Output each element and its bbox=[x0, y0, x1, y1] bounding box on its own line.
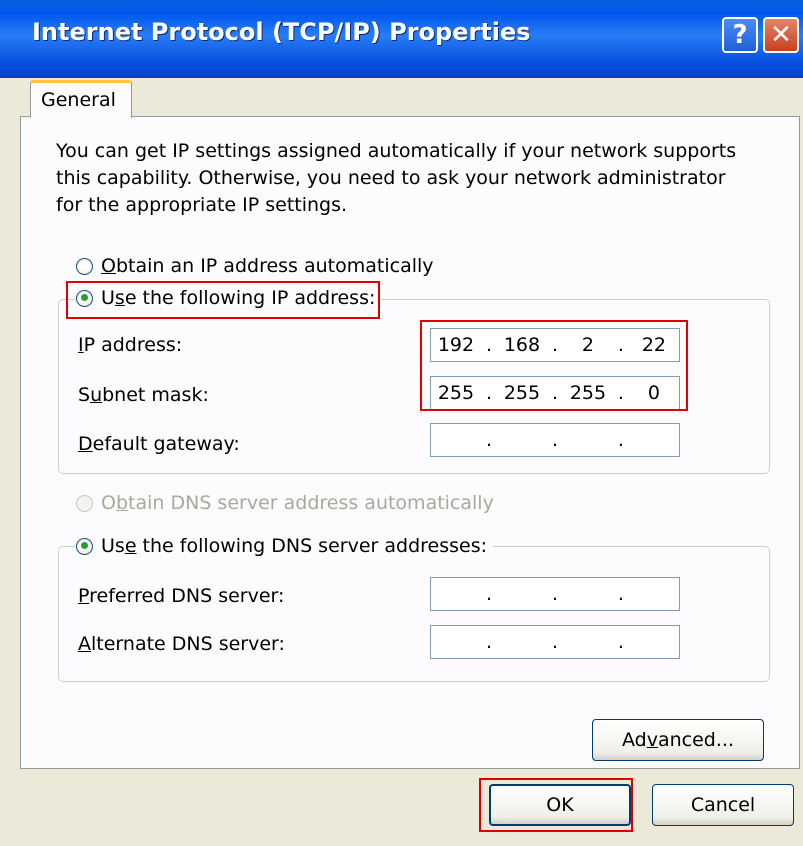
default-gateway-label: Default gateway: bbox=[78, 433, 240, 455]
use-following-dns-radio[interactable]: Use the following DNS server addresses: bbox=[76, 535, 493, 557]
subnet-mask-label: Subnet mask: bbox=[78, 384, 209, 406]
cancel-button[interactable]: Cancel bbox=[652, 784, 794, 826]
alternate-dns-label: Alternate DNS server: bbox=[78, 633, 285, 655]
highlight-use-following-ip bbox=[66, 281, 380, 319]
radio-checked-icon bbox=[76, 537, 93, 555]
alternate-dns-input[interactable]: . . . bbox=[430, 625, 680, 659]
default-gateway-input[interactable]: . . . bbox=[430, 423, 680, 457]
obtain-dns-auto-radio: Obtain DNS server address automatically bbox=[76, 492, 494, 514]
close-button[interactable]: ✕ bbox=[763, 17, 799, 53]
radio-unchecked-icon bbox=[76, 257, 93, 275]
use-following-dns-label: Use the following DNS server addresses: bbox=[101, 535, 487, 557]
preferred-dns-input[interactable]: . . . bbox=[430, 577, 680, 611]
tab-general[interactable]: General bbox=[30, 80, 132, 118]
title-bar: Internet Protocol (TCP/IP) Properties ? … bbox=[0, 0, 803, 78]
close-icon: ✕ bbox=[770, 20, 792, 50]
tab-general-label: General bbox=[41, 89, 116, 111]
highlight-ok-button bbox=[479, 778, 633, 832]
obtain-dns-auto-label: Obtain DNS server address automatically bbox=[101, 492, 494, 514]
dns-server-group bbox=[58, 546, 770, 682]
cancel-button-label: Cancel bbox=[690, 794, 756, 816]
preferred-dns-label: Preferred DNS server: bbox=[78, 585, 285, 607]
help-icon: ? bbox=[732, 20, 748, 50]
advanced-button-label: Advanced... bbox=[622, 729, 734, 751]
help-button[interactable]: ? bbox=[722, 17, 758, 53]
highlight-ip-fields bbox=[420, 320, 688, 411]
advanced-button[interactable]: Advanced... bbox=[592, 719, 764, 761]
window-title: Internet Protocol (TCP/IP) Properties bbox=[32, 18, 531, 46]
ip-address-label: IP address: bbox=[78, 334, 183, 356]
description-text: You can get IP settings assigned automat… bbox=[56, 140, 737, 216]
radio-disabled-icon bbox=[76, 494, 93, 512]
obtain-ip-auto-label: Obtain an IP address automatically bbox=[101, 255, 434, 277]
obtain-ip-auto-radio[interactable]: Obtain an IP address automatically bbox=[76, 255, 434, 277]
